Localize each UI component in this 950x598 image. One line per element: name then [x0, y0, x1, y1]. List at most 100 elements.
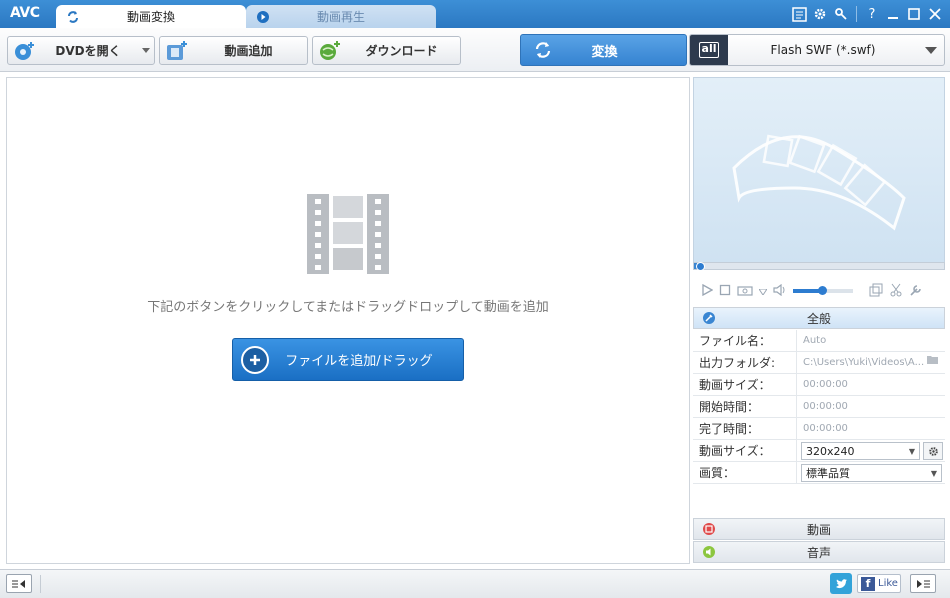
table-row: 開始時間： 00:00:00 — [693, 396, 945, 418]
wrench-icon[interactable] — [909, 283, 923, 300]
quality-select[interactable]: 標準品質 ▼ — [801, 464, 942, 482]
collapse-left-icon — [12, 579, 25, 588]
convert-tab-icon — [66, 10, 80, 24]
chevron-down-icon[interactable] — [758, 284, 768, 298]
video-duration-field[interactable]: 00:00:00 — [797, 374, 945, 395]
window-controls-divider — [856, 6, 857, 22]
chevron-down-icon: ▼ — [908, 446, 915, 456]
volume-icon[interactable] — [773, 283, 787, 299]
volume-slider[interactable] — [793, 286, 853, 295]
add-file-label: ファイルを追加/ドラッグ — [285, 354, 433, 369]
prop-name: 出力フォルダ: — [693, 352, 797, 373]
open-dvd-label: DVDを開く — [55, 44, 121, 58]
output-format-select[interactable]: all Flash SWF (*.swf) — [689, 34, 945, 66]
refresh-icon — [529, 40, 557, 60]
section-audio-label: 音声 — [806, 545, 831, 560]
gear-icon[interactable] — [811, 5, 829, 23]
convert-label: 変換 — [591, 44, 618, 60]
film-add-icon — [164, 39, 190, 63]
prop-value: C:\Users\Yuki\Videos\A... — [803, 356, 925, 368]
dvd-icon — [12, 39, 38, 63]
quality-row-value: 標準品質 ▼ — [797, 462, 945, 483]
globe-download-icon — [317, 39, 343, 63]
chevron-down-icon: ▼ — [930, 468, 937, 478]
stop-icon[interactable] — [719, 284, 731, 299]
scissors-icon[interactable] — [889, 283, 903, 300]
add-video-label: 動画追加 — [224, 44, 273, 58]
close-icon[interactable] — [926, 5, 944, 23]
prop-name: 画質： — [693, 462, 797, 483]
add-file-button[interactable]: ファイルを追加/ドラッグ — [232, 338, 464, 381]
toggle-right-panel-button[interactable] — [910, 574, 936, 593]
toolbar: DVDを開く 動画追加 ダウンロード 変換 all Flash SWF (*.s… — [0, 28, 950, 72]
output-format-value: Flash SWF (*.swf) — [770, 43, 876, 57]
table-row: 動画サイズ： 00:00:00 — [693, 374, 945, 396]
drop-hint-text: 下記のボタンをクリックしてまたはドラッグドロップして動画を追加 — [147, 300, 549, 315]
seek-thumb[interactable] — [696, 262, 705, 271]
video-size-row-value: 320x240 ▼ — [797, 440, 945, 461]
prop-value: 00:00:00 — [803, 400, 848, 412]
chevron-down-icon[interactable] — [918, 46, 944, 54]
convert-button[interactable]: 変換 — [520, 34, 687, 66]
properties-table: ファイル名： Auto 出力フォルダ: C:\Users\Yuki\Videos… — [693, 330, 945, 484]
prop-value: 320x240 — [806, 444, 855, 458]
twitter-icon[interactable] — [830, 573, 852, 594]
prop-name: 動画サイズ： — [693, 374, 797, 395]
table-row: ファイル名： Auto — [693, 330, 945, 352]
settings-icon — [698, 311, 720, 325]
camera-icon[interactable] — [737, 284, 753, 299]
table-row: 動画サイズ： 320x240 ▼ — [693, 440, 945, 462]
menu-icon[interactable] — [790, 5, 808, 23]
tab-play[interactable]: 動画再生 — [246, 5, 436, 28]
section-video-header[interactable]: 動画 — [693, 518, 945, 540]
play-icon[interactable] — [701, 283, 714, 299]
open-dvd-button[interactable]: DVDを開く — [7, 36, 155, 65]
facebook-like-button[interactable]: f Like — [857, 574, 901, 593]
tab-convert[interactable]: 動画変換 — [56, 5, 246, 28]
status-divider — [40, 575, 41, 593]
table-row: 完了時間： 00:00:00 — [693, 418, 945, 440]
chevron-down-icon[interactable] — [138, 48, 154, 53]
end-time-field[interactable]: 00:00:00 — [797, 418, 945, 439]
output-folder-field[interactable]: C:\Users\Yuki\Videos\A... — [797, 352, 945, 373]
video-size-select[interactable]: 320x240 ▼ — [801, 442, 920, 460]
section-general-header[interactable]: 全般 — [693, 307, 945, 329]
prop-value: 00:00:00 — [803, 378, 848, 390]
toggle-left-panel-button[interactable] — [6, 574, 32, 593]
start-time-field[interactable]: 00:00:00 — [797, 396, 945, 417]
window-controls: ? — [790, 5, 944, 23]
film-reel-illustration — [732, 134, 906, 231]
download-button[interactable]: ダウンロード — [312, 36, 461, 65]
section-audio-header[interactable]: 音声 — [693, 541, 945, 563]
title-bar: AVC 動画変換 動画再生 ? — [0, 0, 950, 28]
prop-name: 開始時間： — [693, 396, 797, 417]
add-video-button[interactable]: 動画追加 — [159, 36, 308, 65]
play-tab-icon — [256, 10, 270, 24]
section-video-label: 動画 — [806, 522, 831, 537]
volume-slider-thumb[interactable] — [817, 286, 827, 295]
all-formats-icon: all — [690, 35, 728, 65]
film-icon — [698, 522, 720, 536]
file-drop-area[interactable]: 下記のボタンをクリックしてまたはドラッグドロップして動画を追加 ファイルを追加/… — [6, 77, 690, 564]
like-label: Like — [878, 578, 898, 589]
tab-convert-label: 動画変換 — [126, 10, 175, 24]
key-icon[interactable] — [832, 5, 850, 23]
prop-value: Auto — [803, 334, 827, 346]
prop-name: 動画サイズ： — [693, 440, 797, 461]
format-badge-label: all — [698, 42, 720, 58]
gear-icon[interactable] — [923, 442, 943, 460]
minimize-icon[interactable] — [884, 5, 902, 23]
facebook-icon: f — [861, 576, 875, 591]
seek-bar[interactable] — [693, 262, 945, 270]
maximize-icon[interactable] — [905, 5, 923, 23]
prop-value: 標準品質 — [806, 467, 850, 480]
prop-name: ファイル名： — [693, 330, 797, 351]
prop-name: 完了時間： — [693, 418, 797, 439]
copy-icon[interactable] — [869, 283, 883, 300]
status-bar: f Like — [0, 569, 950, 598]
table-row: 出力フォルダ: C:\Users\Yuki\Videos\A... — [693, 352, 945, 374]
table-row: 画質： 標準品質 ▼ — [693, 462, 945, 484]
filename-field[interactable]: Auto — [797, 330, 945, 351]
folder-icon[interactable] — [926, 352, 939, 373]
help-icon[interactable]: ? — [863, 5, 881, 23]
